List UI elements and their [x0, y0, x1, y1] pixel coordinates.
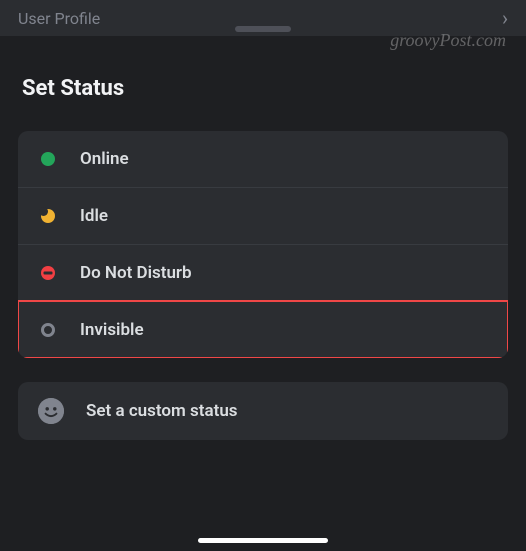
chevron-right-icon: › [502, 6, 508, 30]
set-status-sheet: Set Status Online Idle Do Not Disturb In… [0, 36, 526, 458]
status-label: Idle [80, 206, 108, 226]
drag-handle[interactable] [235, 26, 291, 32]
status-label: Online [80, 149, 129, 169]
status-option-invisible[interactable]: Invisible [18, 301, 508, 358]
sheet-title: Set Status [22, 76, 508, 101]
status-label: Invisible [80, 320, 144, 340]
set-custom-status-button[interactable]: Set a custom status [18, 382, 508, 440]
status-list: Online Idle Do Not Disturb Invisible [18, 131, 508, 358]
home-indicator[interactable] [198, 538, 328, 543]
user-profile-label: User Profile [18, 9, 100, 28]
custom-status-label: Set a custom status [86, 401, 238, 421]
status-option-dnd[interactable]: Do Not Disturb [18, 244, 508, 301]
idle-icon [40, 208, 56, 224]
smiley-icon [38, 398, 64, 424]
status-option-online[interactable]: Online [18, 131, 508, 187]
online-icon [40, 151, 56, 167]
dnd-icon [40, 265, 56, 281]
invisible-icon [40, 322, 56, 338]
status-option-idle[interactable]: Idle [18, 187, 508, 244]
status-label: Do Not Disturb [80, 263, 192, 283]
